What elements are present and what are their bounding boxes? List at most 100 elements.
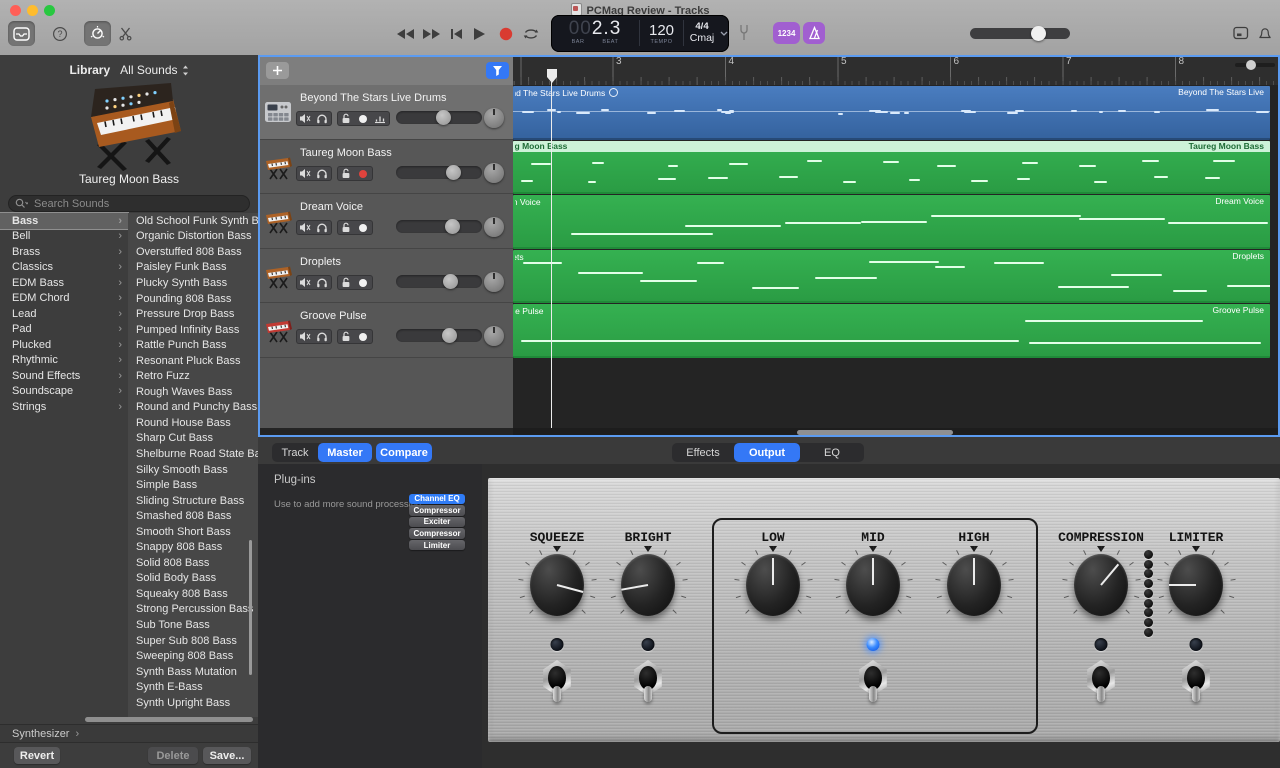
sidebar-category-plucked[interactable]: Plucked› [0,337,128,353]
track-volume-slider[interactable] [396,275,482,288]
search-input[interactable] [32,197,243,211]
track-region-3[interactable]: Dream VoiceDream Voice [513,195,1270,249]
track-region-4[interactable]: DropletsDroplets [513,250,1270,303]
playhead-marker[interactable] [546,68,558,84]
sound-list-item[interactable]: Strong Percussion Bass [128,602,258,618]
cycle-button[interactable] [517,21,544,46]
mute-button[interactable] [296,329,313,344]
sound-list-item[interactable]: Plucky Synth Bass [128,275,258,291]
lcd-chevron-icon[interactable] [720,15,729,52]
track-header-1[interactable]: Beyond The Stars Live Drums [258,85,513,140]
solo-button[interactable] [313,220,330,235]
sound-list-item[interactable]: Overstuffed 808 Bass [128,244,258,260]
sidebar-category-edm-bass[interactable]: EDM Bass› [0,275,128,291]
toggle-switch[interactable] [856,660,890,706]
toggle-switch[interactable] [631,660,665,706]
sound-list-item[interactable]: Squeaky 808 Bass [128,586,258,602]
knob-high[interactable] [947,554,1001,616]
display-mode-button[interactable] [1233,26,1249,40]
knob-low[interactable] [746,554,800,616]
sound-list-item[interactable]: Shelburne Road State Ba... [128,446,258,462]
solo-button[interactable] [313,111,330,126]
lock-button[interactable] [337,329,354,344]
plugin-slot-compressor[interactable]: Compressor [409,528,465,539]
sidebar-category-classics[interactable]: Classics› [0,260,128,276]
volume-slider-thumb[interactable] [442,328,457,343]
plugin-slot-compressor[interactable]: Compressor [409,505,465,516]
record-enable-button[interactable] [354,275,371,290]
sidebar-category-bell[interactable]: Bell› [0,229,128,245]
lock-button[interactable] [337,275,354,290]
sidebar-category-strings[interactable]: Strings› [0,399,128,415]
sound-list-item[interactable]: Retro Fuzz [128,368,258,384]
sound-list-item[interactable]: Pressure Drop Bass [128,306,258,322]
knob-mid[interactable] [846,554,900,616]
track-region-5[interactable]: Groove PulseGroove Pulse [513,304,1270,358]
track-volume-slider[interactable] [396,111,482,124]
volume-slider-thumb[interactable] [443,274,458,289]
volume-slider-thumb[interactable] [446,165,461,180]
plugin-slot-channel-eq[interactable]: Channel EQ [409,494,465,505]
knob-bright[interactable] [621,554,675,616]
quick-help-button[interactable]: ? [46,21,73,46]
sidebar-category-brass[interactable]: Brass› [0,244,128,260]
track-volume-slider[interactable] [396,220,482,233]
sound-list-item[interactable]: Silky Smooth Bass [128,462,258,478]
count-in-button[interactable]: 1234 [773,22,800,44]
sound-list-scrollbar[interactable] [249,540,252,675]
monitoring-button[interactable] [371,111,388,126]
sidebar-category-lead[interactable]: Lead› [0,306,128,322]
solo-button[interactable] [313,329,330,344]
smart-controls-button[interactable] [84,21,111,46]
sound-list-item[interactable]: Organic Distortion Bass [128,229,258,245]
sound-list-item[interactable]: Simple Bass [128,477,258,493]
record-enable-button[interactable] [354,220,371,235]
track-region-1[interactable]: Beyond The Stars Live DrumsBeyond The St… [513,86,1270,140]
volume-slider-thumb[interactable] [436,110,451,125]
metronome-button[interactable] [803,22,825,44]
pan-knob[interactable] [484,217,504,237]
tab-eq[interactable]: EQ [800,443,864,462]
tab-track[interactable]: Track [272,443,318,462]
lock-button[interactable] [337,166,354,181]
lcd-position[interactable]: 002.3 BARBEAT [551,15,639,52]
add-track-button[interactable] [266,62,289,79]
lcd-display[interactable]: 002.3 BARBEAT 120 TEMPO 4/4 Cmaj [551,15,729,52]
timeline-ruler[interactable]: 345678 [513,55,1280,85]
pan-knob[interactable] [484,163,504,183]
play-button[interactable] [466,21,493,46]
track-header-3[interactable]: Dream Voice [258,194,513,249]
sound-list-item[interactable]: Synth Upright Bass [128,695,258,711]
track-header-5[interactable]: Groove Pulse [258,303,513,358]
timeline-zoom-slider[interactable] [1235,63,1275,67]
library-horizontal-scrollbar[interactable] [85,717,253,722]
sidebar-category-soundscape[interactable]: Soundscape› [0,384,128,400]
sound-list-item[interactable]: Solid Body Bass [128,571,258,587]
sound-list-item[interactable]: Synth Bass Mutation [128,664,258,680]
editors-button[interactable] [112,21,139,46]
mute-button[interactable] [296,275,313,290]
tab-master[interactable]: Master [318,443,372,462]
sound-list-item[interactable]: Smashed 808 Bass [128,508,258,524]
lcd-key-signature[interactable]: 4/4 Cmaj [684,15,720,52]
library-filter-select[interactable]: All Sounds [120,63,188,77]
sidebar-category-edm-chord[interactable]: EDM Chord› [0,291,128,307]
track-header-2[interactable]: Taureg Moon Bass [258,140,513,194]
sound-list-item[interactable]: Smooth Short Bass [128,524,258,540]
sidebar-category-bass[interactable]: Bass› [0,213,128,229]
sound-list-item[interactable]: Paisley Funk Bass [128,260,258,276]
solo-button[interactable] [313,275,330,290]
save-button[interactable]: Save... [203,747,251,764]
catch-playhead-button[interactable] [486,62,509,79]
mute-button[interactable] [296,166,313,181]
knob-compression[interactable] [1074,554,1128,616]
pan-knob[interactable] [484,326,504,346]
sound-list-item[interactable]: Pounding 808 Bass [128,291,258,307]
sidebar-category-sound-effects[interactable]: Sound Effects› [0,368,128,384]
record-enable-button[interactable] [354,111,371,126]
pan-knob[interactable] [484,272,504,292]
track-volume-slider[interactable] [396,166,482,179]
lock-button[interactable] [337,111,354,126]
sidebar-category-rhythmic[interactable]: Rhythmic› [0,353,128,369]
toggle-switch[interactable] [1084,660,1118,706]
